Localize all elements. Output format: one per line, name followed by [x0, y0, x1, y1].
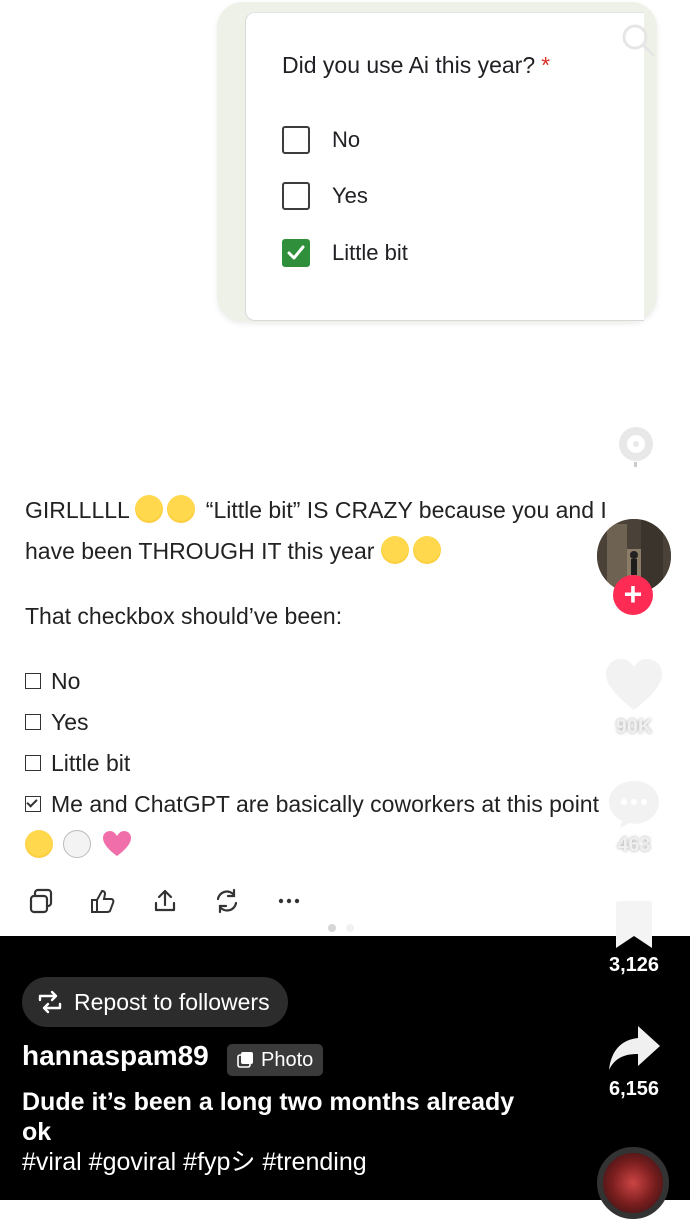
- share-button[interactable]: 6,156: [604, 1024, 664, 1101]
- repost-label: Repost to followers: [74, 988, 270, 1015]
- checked-box-icon: [25, 796, 41, 812]
- list-item: No: [25, 661, 675, 702]
- crying-emoji-icon: [25, 830, 53, 858]
- carousel-dots: [328, 924, 354, 932]
- regenerate-icon[interactable]: [211, 885, 243, 917]
- share-count: 6,156: [608, 1078, 660, 1100]
- bookmark-icon: [616, 901, 652, 948]
- share-arrow-icon: [609, 1026, 660, 1070]
- list-item: Yes: [25, 702, 675, 743]
- post-line: That checkbox should’ve been:: [25, 596, 675, 637]
- skull-emoji-icon: [63, 830, 92, 858]
- form-option-no[interactable]: No: [282, 123, 360, 157]
- post-text: “Little bit” IS CRAZY because you and I: [205, 497, 607, 523]
- more-icon[interactable]: [273, 885, 305, 917]
- photo-icon: [237, 1052, 253, 1068]
- post-line: have been THROUGH IT this year: [25, 531, 675, 572]
- laughing-emoji-icon: [412, 536, 441, 564]
- form-option-label: No: [332, 127, 361, 152]
- pink-heart-emoji-icon: [102, 830, 132, 858]
- save-button[interactable]: 3,126: [604, 900, 664, 977]
- post-text: have been THROUGH IT this year: [25, 538, 375, 564]
- carousel-dot[interactable]: [328, 924, 336, 932]
- form-question: Did you use Ai this year? *: [282, 52, 551, 78]
- comment-button[interactable]: 463: [606, 778, 662, 857]
- form-option-yes[interactable]: Yes: [282, 179, 368, 213]
- empty-box-icon: [25, 714, 41, 730]
- required-mark: *: [541, 52, 551, 78]
- post-hashtags[interactable]: #viral #goviral #fypシ #trending: [22, 1147, 367, 1177]
- photo-badge: Photo: [227, 1044, 324, 1076]
- carousel-dot[interactable]: [346, 924, 354, 932]
- laughing-emoji-icon: [380, 536, 409, 564]
- empty-box-icon: [25, 673, 41, 689]
- repost-icon: [38, 990, 62, 1014]
- like-count: 90K: [615, 716, 653, 738]
- save-count: 3,126: [608, 954, 660, 976]
- message-actions: [25, 885, 305, 917]
- post-text: GIRLLLLL: [25, 497, 129, 523]
- form-option-label: Yes: [332, 183, 368, 208]
- music-disc-icon[interactable]: [597, 1147, 669, 1219]
- post-line: GIRLLLLL “Little bit” IS CRAZY because y…: [25, 490, 675, 531]
- post-caption[interactable]: Dude it’s been a long two months already…: [22, 1087, 542, 1147]
- photo-badge-label: Photo: [261, 1048, 314, 1071]
- post-body: GIRLLLLL “Little bit” IS CRAZY because y…: [25, 490, 675, 866]
- empty-box-icon: [25, 755, 41, 771]
- form-option-label: Little bit: [332, 240, 408, 265]
- crying-emoji-icon: [167, 495, 196, 523]
- post-text: That checkbox should’ve been:: [25, 603, 343, 629]
- emoji-line: [25, 825, 675, 866]
- follow-button[interactable]: +: [613, 575, 653, 615]
- list-item: Little bit: [25, 743, 675, 784]
- comment-icon: [609, 781, 659, 828]
- crying-emoji-icon: [135, 495, 164, 523]
- form-option-little-bit[interactable]: Little bit: [282, 236, 408, 270]
- like-button[interactable]: 90K: [604, 658, 664, 739]
- repost-button[interactable]: Repost to followers: [22, 977, 288, 1027]
- comment-count: 463: [617, 834, 651, 856]
- search-icon[interactable]: [618, 20, 658, 60]
- checkbox-yes[interactable]: [282, 182, 310, 210]
- thumbs-icon[interactable]: [87, 885, 119, 917]
- copy-icon[interactable]: [25, 885, 57, 917]
- share-upload-icon[interactable]: [149, 885, 181, 917]
- author-username[interactable]: hannaspam89: [22, 1040, 209, 1072]
- list-item: Me and ChatGPT are basically coworkers a…: [25, 784, 675, 825]
- checkbox-little-bit[interactable]: [282, 239, 310, 267]
- ai-chat-icon[interactable]: [614, 424, 658, 468]
- checkmark-icon: [287, 245, 305, 260]
- checkbox-no[interactable]: [282, 126, 310, 154]
- heart-icon: [606, 659, 662, 710]
